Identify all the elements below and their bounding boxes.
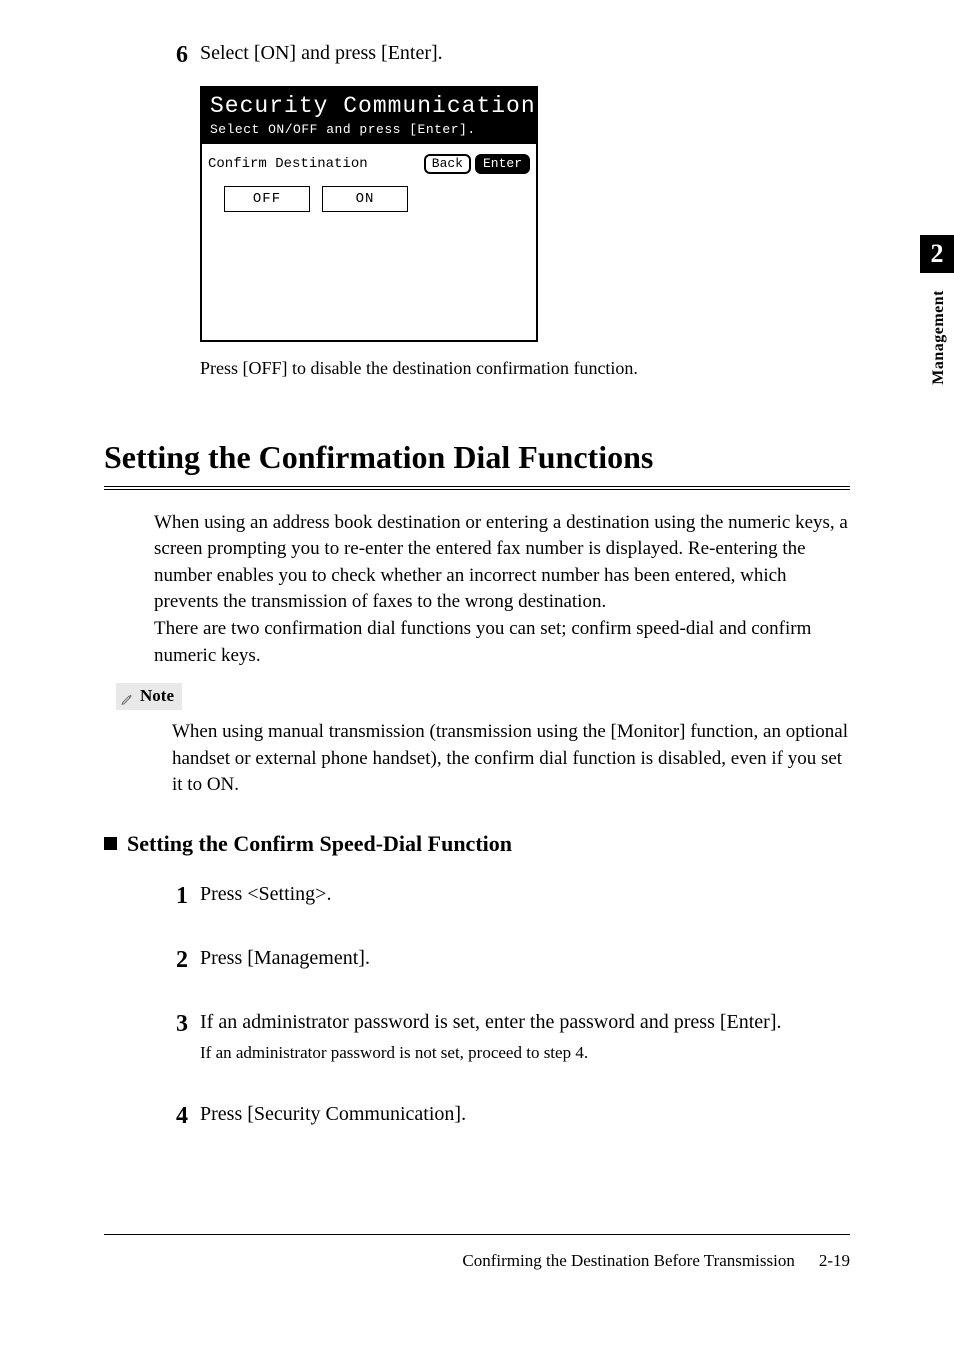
step-text: Press [Management].	[200, 945, 850, 972]
subsection-heading: Setting the Confirm Speed-Dial Function	[104, 829, 850, 859]
page-number: 2-19	[819, 1250, 850, 1273]
footer-rule	[104, 1234, 850, 1235]
note-label: Note	[116, 683, 182, 710]
lcd-option-on[interactable]: ON	[322, 186, 408, 212]
note-label-text: Note	[140, 685, 174, 708]
note-block: Note When using manual transmission (tra…	[116, 683, 850, 799]
lcd-screenshot: Security Communication Select ON/OFF and…	[200, 86, 538, 342]
lcd-option-off[interactable]: OFF	[224, 186, 310, 212]
lcd-back-button[interactable]: Back	[424, 154, 471, 174]
step-subtext: If an administrator password is not set,…	[200, 1042, 850, 1065]
step-number: 4	[164, 1101, 200, 1129]
note-icon	[120, 690, 134, 704]
lcd-row-label: Confirm Destination	[208, 155, 368, 174]
step-text: Select [ON] and press [Enter].	[200, 40, 850, 67]
step-number: 6	[164, 40, 200, 68]
subsection-heading-text: Setting the Confirm Speed-Dial Function	[127, 829, 512, 859]
chapter-side-label: Management	[928, 290, 950, 385]
step-4: 4 Press [Security Communication].	[164, 1101, 850, 1129]
step-text: Press <Setting>.	[200, 881, 850, 908]
square-bullet-icon	[104, 837, 117, 850]
lcd-enter-button[interactable]: Enter	[475, 154, 530, 174]
lcd-subtitle: Select ON/OFF and press [Enter].	[210, 121, 528, 139]
step-6: 6 Select [ON] and press [Enter].	[164, 40, 850, 68]
step-2: 2 Press [Management].	[164, 945, 850, 973]
running-footer-text: Confirming the Destination Before Transm…	[462, 1250, 794, 1273]
step-number: 1	[164, 881, 200, 909]
step-text: Press [Security Communication].	[200, 1101, 850, 1128]
step-1: 1 Press <Setting>.	[164, 881, 850, 909]
chapter-tab: 2	[920, 235, 954, 273]
step-text: If an administrator password is set, ent…	[200, 1009, 850, 1036]
section-paragraph: When using an address book destination o…	[154, 510, 850, 670]
page-footer: Confirming the Destination Before Transm…	[104, 1250, 850, 1273]
section-heading: Setting the Confirmation Dial Functions	[104, 436, 850, 489]
note-body: When using manual transmission (transmis…	[172, 719, 850, 799]
lcd-title: Security Communication	[210, 94, 528, 118]
lcd-caption: Press [OFF] to disable the destination c…	[200, 356, 850, 380]
step-number: 2	[164, 945, 200, 973]
step-3: 3 If an administrator password is set, e…	[164, 1009, 850, 1065]
step-number: 3	[164, 1009, 200, 1037]
